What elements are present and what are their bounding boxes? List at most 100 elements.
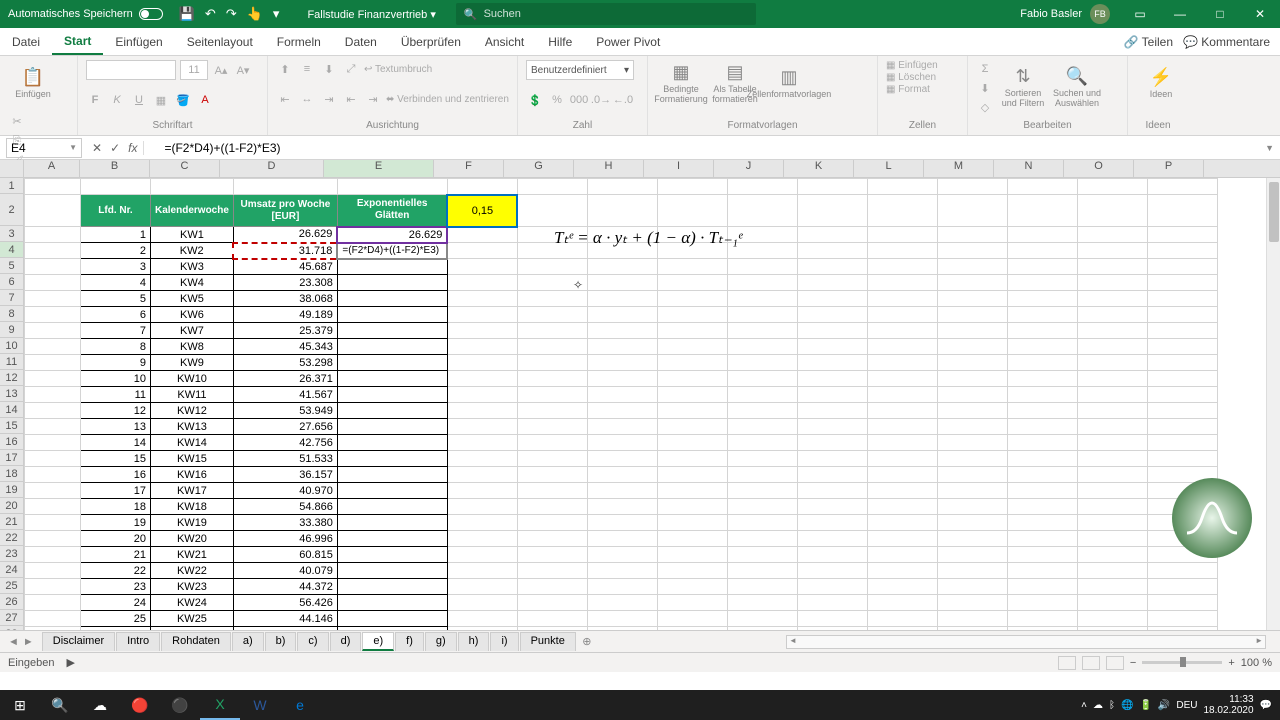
- cell-N10[interactable]: [1007, 339, 1077, 355]
- cell-C4[interactable]: KW2: [151, 243, 234, 259]
- cell-B9[interactable]: 7: [81, 323, 151, 339]
- cell-G26[interactable]: [517, 595, 587, 611]
- cell-B5[interactable]: 3: [81, 259, 151, 275]
- indent-decrease-icon[interactable]: ⇤: [342, 90, 360, 108]
- row-header-3[interactable]: 3: [0, 226, 24, 242]
- add-sheet-button[interactable]: ⊕: [577, 635, 597, 648]
- minimize-icon[interactable]: —: [1160, 0, 1200, 28]
- cell-L2[interactable]: [867, 195, 937, 227]
- cell-B2[interactable]: Lfd. Nr.: [81, 195, 151, 227]
- cell-A9[interactable]: [25, 323, 81, 339]
- cell-N1[interactable]: [1007, 179, 1077, 195]
- cell-M23[interactable]: [937, 547, 1007, 563]
- row-header-22[interactable]: 22: [0, 530, 24, 546]
- cell-D21[interactable]: 33.380: [233, 515, 337, 531]
- cell-C27[interactable]: KW25: [151, 611, 234, 627]
- fill-color-icon[interactable]: 🪣: [174, 91, 192, 109]
- row-header-21[interactable]: 21: [0, 514, 24, 530]
- cell-O22[interactable]: [1077, 531, 1147, 547]
- cell-G19[interactable]: [517, 483, 587, 499]
- cell-N19[interactable]: [1007, 483, 1077, 499]
- cell-E16[interactable]: [337, 435, 447, 451]
- cell-L17[interactable]: [867, 451, 937, 467]
- ribbon-tab-seitenlayout[interactable]: Seitenlayout: [175, 28, 265, 55]
- cell-F14[interactable]: [447, 403, 517, 419]
- cell-D28[interactable]: 50.487: [233, 627, 337, 631]
- cell-A8[interactable]: [25, 307, 81, 323]
- cell-D8[interactable]: 49.189: [233, 307, 337, 323]
- cell-O3[interactable]: [1077, 227, 1147, 243]
- cell-E10[interactable]: [337, 339, 447, 355]
- ribbon-tab-start[interactable]: Start: [52, 28, 103, 55]
- cell-I22[interactable]: [657, 531, 727, 547]
- cell-J25[interactable]: [727, 579, 797, 595]
- cell-styles-button[interactable]: ▥Zellenformatvorlagen: [764, 60, 814, 108]
- cell-P15[interactable]: [1147, 419, 1217, 435]
- sheet-tab-a[interactable]: a): [232, 632, 264, 651]
- cell-M8[interactable]: [937, 307, 1007, 323]
- cell-C19[interactable]: KW17: [151, 483, 234, 499]
- currency-icon[interactable]: 💲: [526, 91, 544, 109]
- number-format-dropdown[interactable]: Benutzerdefiniert▾: [526, 60, 634, 80]
- cell-C18[interactable]: KW16: [151, 467, 234, 483]
- ribbon-tab-ansicht[interactable]: Ansicht: [473, 28, 536, 55]
- cell-C8[interactable]: KW6: [151, 307, 234, 323]
- cell-N25[interactable]: [1007, 579, 1077, 595]
- cell-B8[interactable]: 6: [81, 307, 151, 323]
- zoom-out-icon[interactable]: −: [1130, 657, 1136, 669]
- cell-G27[interactable]: [517, 611, 587, 627]
- cell-J17[interactable]: [727, 451, 797, 467]
- cell-P7[interactable]: [1147, 291, 1217, 307]
- column-header-J[interactable]: J: [714, 160, 784, 177]
- cell-M22[interactable]: [937, 531, 1007, 547]
- cell-H1[interactable]: [587, 179, 657, 195]
- cell-J19[interactable]: [727, 483, 797, 499]
- cell-M24[interactable]: [937, 563, 1007, 579]
- sheet-tab-f[interactable]: f): [395, 632, 424, 651]
- cell-C26[interactable]: KW24: [151, 595, 234, 611]
- cell-N3[interactable]: [1007, 227, 1077, 243]
- search-box[interactable]: 🔍 Suchen: [456, 3, 756, 25]
- cell-P16[interactable]: [1147, 435, 1217, 451]
- cell-I9[interactable]: [657, 323, 727, 339]
- cell-B26[interactable]: 24: [81, 595, 151, 611]
- cell-E24[interactable]: [337, 563, 447, 579]
- cell-D12[interactable]: 26.371: [233, 371, 337, 387]
- cell-D10[interactable]: 45.343: [233, 339, 337, 355]
- cell-J14[interactable]: [727, 403, 797, 419]
- cell-M18[interactable]: [937, 467, 1007, 483]
- column-header-B[interactable]: B: [80, 160, 150, 177]
- row-header-10[interactable]: 10: [0, 338, 24, 354]
- ribbon-tab-einfügen[interactable]: Einfügen: [103, 28, 174, 55]
- cell-O17[interactable]: [1077, 451, 1147, 467]
- row-header-26[interactable]: 26: [0, 594, 24, 610]
- thousands-icon[interactable]: 000: [570, 91, 588, 109]
- cell-H8[interactable]: [587, 307, 657, 323]
- cell-A25[interactable]: [25, 579, 81, 595]
- network-icon[interactable]: 🌐: [1121, 700, 1133, 711]
- column-header-C[interactable]: C: [150, 160, 220, 177]
- row-header-15[interactable]: 15: [0, 418, 24, 434]
- cell-A2[interactable]: [25, 195, 81, 227]
- conditional-format-button[interactable]: ▦Bedingte Formatierung: [656, 60, 706, 108]
- cell-J12[interactable]: [727, 371, 797, 387]
- orientation-icon[interactable]: ⤢: [342, 60, 360, 78]
- cell-G9[interactable]: [517, 323, 587, 339]
- cell-H17[interactable]: [587, 451, 657, 467]
- horizontal-scrollbar[interactable]: [786, 635, 1266, 649]
- cell-K18[interactable]: [797, 467, 867, 483]
- cell-K17[interactable]: [797, 451, 867, 467]
- increase-decimal-icon[interactable]: .0→: [592, 91, 610, 109]
- cell-F25[interactable]: [447, 579, 517, 595]
- cell-A10[interactable]: [25, 339, 81, 355]
- qat-more-icon[interactable]: ▾: [273, 6, 280, 22]
- cell-K7[interactable]: [797, 291, 867, 307]
- cell-F19[interactable]: [447, 483, 517, 499]
- cell-N11[interactable]: [1007, 355, 1077, 371]
- cell-M28[interactable]: [937, 627, 1007, 631]
- cell-F18[interactable]: [447, 467, 517, 483]
- row-header-9[interactable]: 9: [0, 322, 24, 338]
- cell-L14[interactable]: [867, 403, 937, 419]
- cell-G13[interactable]: [517, 387, 587, 403]
- cell-O14[interactable]: [1077, 403, 1147, 419]
